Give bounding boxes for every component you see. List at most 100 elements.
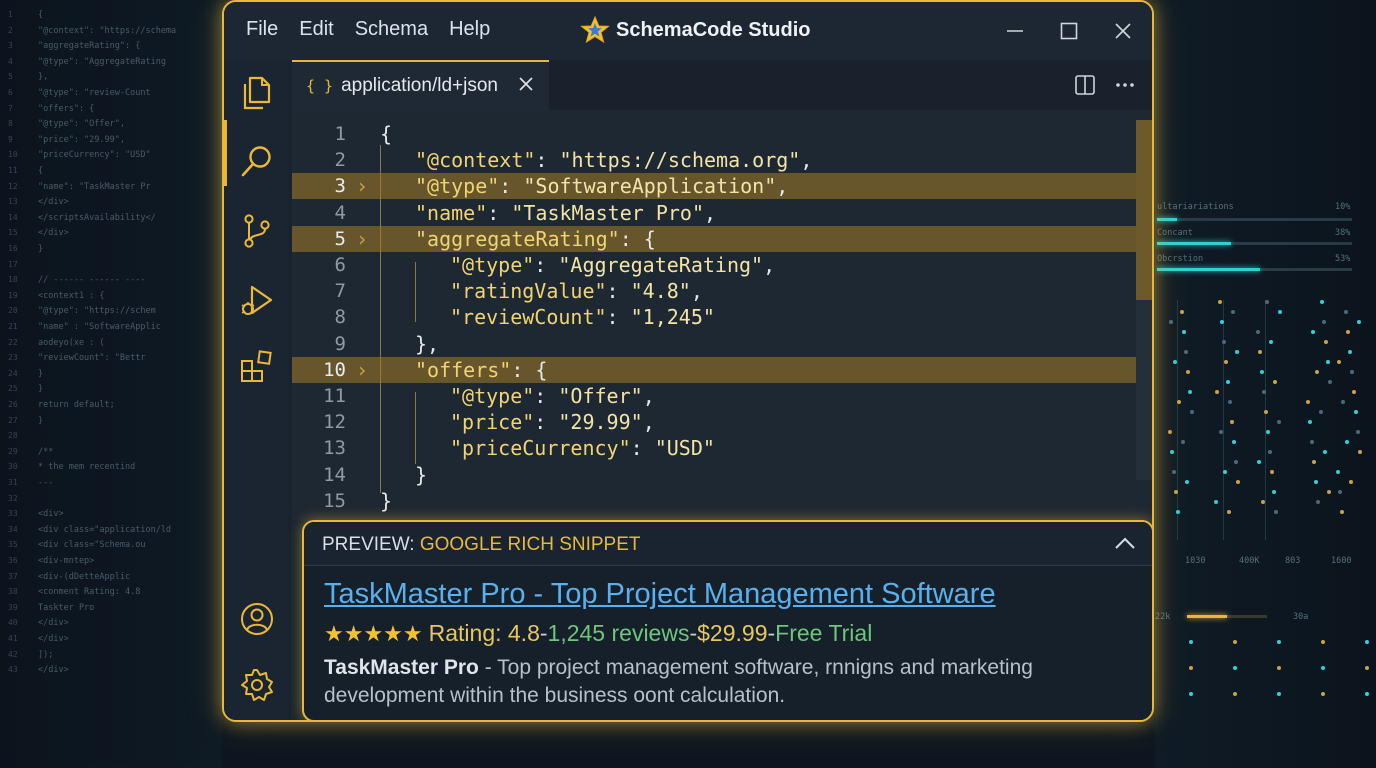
- minimize-button[interactable]: [1000, 16, 1030, 46]
- code-line[interactable]: 2 "@context": "https://schema.org",: [292, 147, 1136, 173]
- code-line[interactable]: 1{: [292, 121, 1136, 147]
- title-bar: File Edit Schema Help SchemaCode Studio: [224, 2, 1152, 60]
- code-line[interactable]: 5 › "aggregateRating": {: [292, 225, 1136, 252]
- tab-ld-json[interactable]: { } application/ld+json: [292, 60, 549, 110]
- code-line[interactable]: 10 › "offers": {: [292, 356, 1136, 383]
- json-key: "offers": [415, 357, 512, 382]
- code-line[interactable]: 9},: [292, 331, 1136, 357]
- json-key: "ratingValue": [450, 279, 607, 304]
- fold-chevron-icon[interactable]: ›: [356, 226, 368, 252]
- run-debug-button[interactable]: [238, 282, 276, 320]
- bg-row-bar: [1157, 218, 1352, 221]
- code-line[interactable]: 8 "reviewCount": "1,245": [292, 304, 1136, 330]
- snippet-title-link[interactable]: TaskMaster Pro - Top Project Management …: [324, 578, 996, 611]
- json-punct: :: [606, 279, 631, 304]
- meta-separator: -: [689, 620, 698, 646]
- extensions-button[interactable]: [238, 348, 276, 386]
- json-key: "priceCurrency": [450, 436, 631, 461]
- line-number: 7: [334, 280, 346, 303]
- json-punct: :: [534, 253, 559, 277]
- review-count: 1,245 reviews: [547, 620, 690, 646]
- json-punct: ,: [642, 384, 655, 408]
- code-line[interactable]: 15}: [292, 488, 1136, 514]
- close-icon[interactable]: [518, 76, 534, 92]
- background-dashboard-panel: ultariariations 10% Concant 38% Obcrstio…: [1155, 0, 1376, 768]
- fold-chevron-icon[interactable]: ›: [356, 173, 368, 199]
- price-text: $29.99: [697, 620, 768, 646]
- menu-help[interactable]: Help: [449, 18, 490, 41]
- line-number: 5: [334, 227, 346, 250]
- json-punct: ,: [800, 148, 813, 173]
- code-text: "price": "29.99",: [450, 409, 655, 435]
- json-key: "name": [415, 200, 488, 225]
- maximize-icon: [1060, 22, 1078, 40]
- code-text: }: [415, 462, 427, 488]
- settings-button[interactable]: [238, 666, 276, 704]
- app-title: SchemaCode Studio: [580, 15, 810, 45]
- line-number: 6: [334, 254, 346, 276]
- chevron-up-icon[interactable]: [1114, 534, 1136, 552]
- bg-row-value: 38%: [1335, 228, 1351, 238]
- code-line[interactable]: 13 "priceCurrency": "USD": [292, 435, 1136, 461]
- explorer-button[interactable]: [238, 74, 276, 112]
- json-punct: ,: [763, 253, 776, 277]
- line-number: 15: [323, 489, 346, 512]
- code-line[interactable]: 7 "ratingValue": "4.8",: [292, 278, 1136, 304]
- json-punct: :: [499, 174, 524, 199]
- tab-label: application/ld+json: [341, 75, 498, 96]
- json-punct: ,: [642, 410, 655, 435]
- editor-scrollbar-thumb[interactable]: [1136, 120, 1152, 300]
- code-line[interactable]: 4 "name": "TaskMaster Pro",: [292, 200, 1136, 226]
- code-line[interactable]: 11 "@type": "Offer",: [292, 383, 1136, 409]
- maximize-button[interactable]: [1054, 16, 1084, 46]
- account-button[interactable]: [238, 600, 276, 638]
- activity-bar: [224, 60, 290, 720]
- code-editor[interactable]: 1{2 "@context": "https://schema.org", 3 › "@…: [292, 110, 1152, 520]
- line-number: 9: [334, 332, 346, 355]
- menu-edit[interactable]: Edit: [299, 18, 333, 41]
- json-string: "1,245": [630, 305, 715, 330]
- code-line[interactable]: 14}: [292, 462, 1136, 488]
- close-window-button[interactable]: [1108, 16, 1138, 46]
- bg-row-label: ultariariations: [1157, 202, 1234, 212]
- json-string: "Offer": [558, 384, 643, 408]
- bg-row-value: 53%: [1335, 254, 1351, 264]
- preview-header[interactable]: PREVIEW: GOOGLE RICH SNIPPET: [304, 522, 1152, 566]
- line-number: 12: [323, 411, 346, 434]
- bg-stat-label: 30a: [1293, 612, 1309, 622]
- preview-label: PREVIEW: GOOGLE RICH SNIPPET: [322, 534, 641, 556]
- code-line[interactable]: 3 › "@type": "SoftwareApplication",: [292, 173, 1136, 200]
- bg-bottom-label: 1600: [1331, 556, 1352, 566]
- source-control-button[interactable]: [238, 212, 276, 250]
- json-punct: :: [534, 410, 559, 435]
- fold-chevron-icon[interactable]: ›: [356, 357, 368, 383]
- code-text: "priceCurrency": "USD": [450, 435, 715, 461]
- star-logo-icon: [580, 15, 610, 44]
- json-punct: :: [630, 436, 655, 461]
- code-line[interactable]: 6 "@type": "AggregateRating",: [292, 252, 1136, 278]
- menu-file[interactable]: File: [246, 18, 278, 41]
- background-code-panel: 1{2 "@context": "https://schema 3 "aggreg…: [0, 0, 222, 768]
- code-line[interactable]: 12 "price": "29.99",: [292, 409, 1136, 435]
- snippet-desc-name: TaskMaster Pro: [324, 656, 479, 679]
- json-string: "29.99": [558, 410, 643, 435]
- line-number: 14: [323, 463, 346, 486]
- code-text: "@type": "Offer",: [450, 383, 655, 409]
- split-editor-icon[interactable]: [1074, 74, 1096, 96]
- json-punct: }: [415, 462, 428, 487]
- bg-row-bar: [1157, 242, 1352, 245]
- menu-schema[interactable]: Schema: [355, 18, 428, 41]
- settings-icon: [241, 669, 273, 701]
- json-punct: },: [415, 331, 440, 356]
- json-string: "USD": [654, 436, 715, 461]
- active-indicator: [224, 120, 227, 186]
- more-icon[interactable]: [1114, 74, 1136, 96]
- line-number: 10: [323, 358, 346, 381]
- json-punct: ,: [690, 279, 703, 304]
- code-text: "aggregateRating": {: [415, 226, 656, 252]
- json-string: "SoftwareApplication": [523, 174, 777, 199]
- search-button[interactable]: [238, 142, 276, 180]
- code-text: "reviewCount": "1,245": [450, 304, 715, 330]
- json-punct: : {: [511, 357, 548, 382]
- search-icon: [241, 146, 271, 177]
